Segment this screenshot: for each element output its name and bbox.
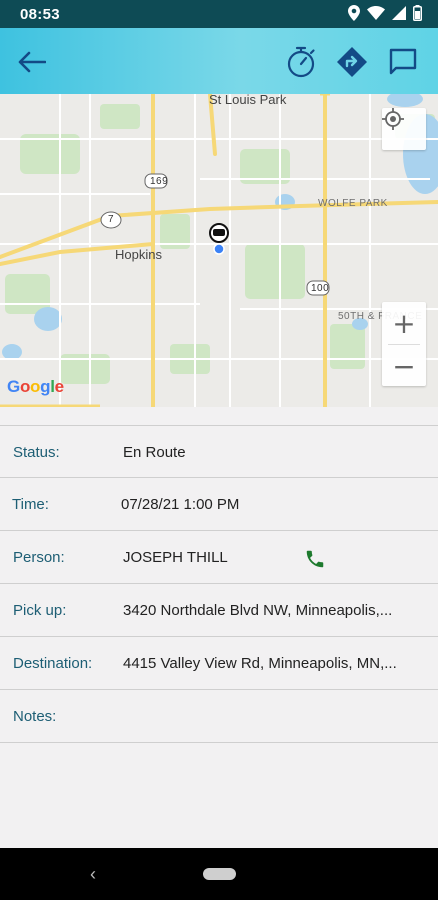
my-location-button[interactable] bbox=[382, 108, 426, 150]
detail-row-time: Time: 07/28/21 1:00 PM bbox=[0, 478, 438, 531]
time-value: 07/28/21 1:00 PM bbox=[121, 496, 240, 513]
phone-icon bbox=[306, 550, 324, 568]
system-nav-bar: ‹ bbox=[0, 848, 438, 900]
map-label-hwy7: 7 bbox=[108, 214, 115, 225]
crosshair-icon bbox=[382, 108, 404, 130]
status-value: En Route bbox=[123, 444, 186, 461]
map-label-hopkins: Hopkins bbox=[115, 247, 162, 262]
back-button[interactable] bbox=[12, 42, 52, 82]
zoom-controls: + − bbox=[382, 302, 426, 386]
timer-button[interactable] bbox=[281, 42, 321, 82]
app-bar bbox=[0, 28, 438, 94]
nav-back-button[interactable]: ‹ bbox=[90, 864, 96, 885]
status-label: Status: bbox=[13, 444, 60, 461]
signal-icon bbox=[392, 6, 406, 20]
zoom-out-button[interactable]: − bbox=[382, 345, 426, 387]
detail-row-destination: Destination: 4415 Valley View Rd, Minnea… bbox=[0, 637, 438, 690]
google-logo: Google bbox=[7, 377, 64, 396]
map-label-st-louis-park: St Louis Park bbox=[209, 94, 287, 107]
map-label-hwy100: 100 bbox=[311, 283, 330, 294]
pickup-value[interactable]: 3420 Northdale Blvd NW, Minneapolis,... bbox=[123, 602, 392, 619]
person-value: JOSEPH THILL bbox=[123, 549, 228, 566]
detail-row-notes: Notes: bbox=[0, 690, 438, 743]
map-canvas bbox=[0, 94, 438, 407]
map-label-hwy169: 169 bbox=[150, 176, 169, 187]
destination-label: Destination: bbox=[13, 655, 93, 672]
status-bar: 08:53 bbox=[0, 0, 438, 28]
status-time: 08:53 bbox=[20, 6, 60, 23]
stopwatch-icon bbox=[287, 46, 315, 78]
status-icons bbox=[348, 5, 422, 21]
zoom-in-button[interactable]: + bbox=[382, 302, 426, 344]
person-label: Person: bbox=[13, 549, 65, 566]
battery-icon bbox=[413, 5, 422, 21]
arrow-left-icon bbox=[18, 51, 46, 73]
nav-home-button[interactable] bbox=[203, 868, 236, 880]
call-button[interactable] bbox=[304, 548, 326, 570]
time-label: Time: bbox=[12, 496, 49, 513]
directions-icon bbox=[337, 47, 367, 77]
map-view[interactable]: St Louis Park Hopkins WOLFE PARK 50TH & … bbox=[0, 94, 438, 407]
location-icon bbox=[348, 5, 360, 21]
directions-button[interactable] bbox=[332, 42, 372, 82]
destination-value[interactable]: 4415 Valley View Rd, Minneapolis, MN,... bbox=[123, 655, 397, 672]
wifi-icon bbox=[367, 6, 385, 20]
detail-row-person: Person: JOSEPH THILL bbox=[0, 531, 438, 584]
pickup-label: Pick up: bbox=[13, 602, 67, 619]
detail-row-status: Status: En Route bbox=[0, 425, 438, 478]
notes-label: Notes: bbox=[13, 708, 57, 725]
detail-row-pickup: Pick up: 3420 Northdale Blvd NW, Minneap… bbox=[0, 584, 438, 637]
trip-details: Status: En Route Time: 07/28/21 1:00 PM … bbox=[0, 425, 438, 743]
chat-button[interactable] bbox=[383, 42, 423, 82]
chat-icon bbox=[389, 48, 417, 75]
map-label-wolfe-park: WOLFE PARK bbox=[318, 198, 388, 209]
